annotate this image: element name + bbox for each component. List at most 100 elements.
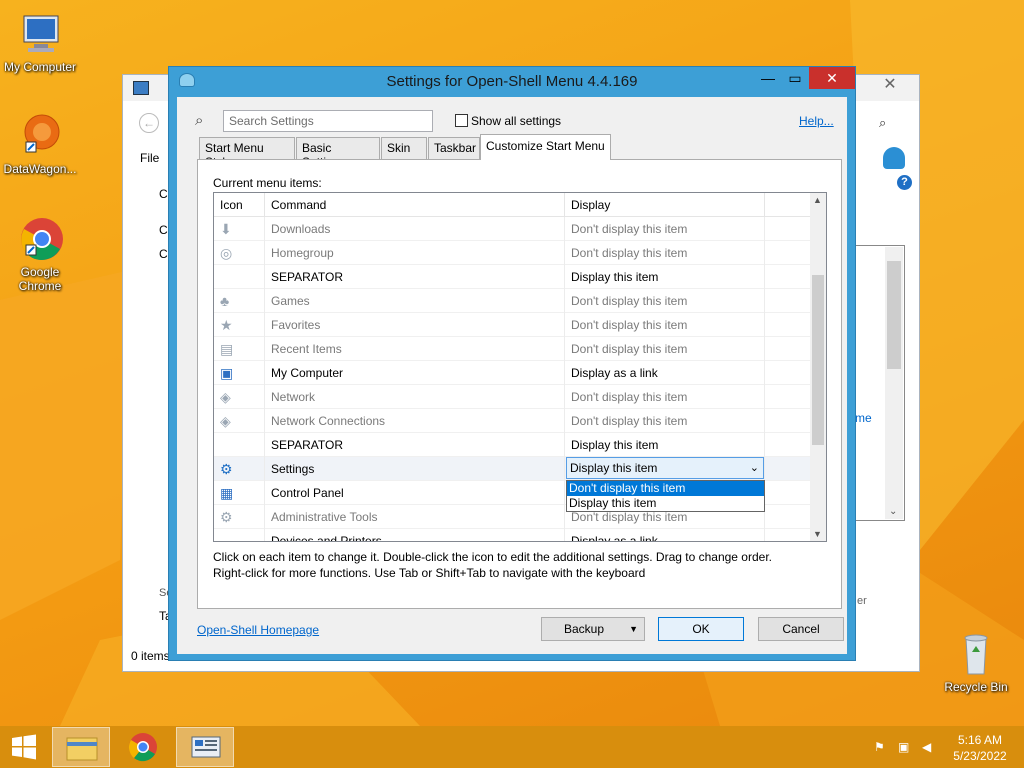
row-icon-cell[interactable]: ▣ bbox=[214, 361, 265, 385]
row-icon-cell[interactable]: ★ bbox=[214, 313, 265, 337]
row-icon-cell[interactable]: ▤ bbox=[214, 337, 265, 361]
row-display[interactable]: Don't display this item bbox=[565, 409, 765, 433]
row-command: Favorites bbox=[265, 313, 565, 337]
network-icon[interactable]: ▣ bbox=[898, 740, 914, 754]
row-icon-cell[interactable]: ⚙ bbox=[214, 457, 265, 481]
help-link[interactable]: Help... bbox=[799, 114, 834, 128]
maximize-button[interactable]: ▭ bbox=[783, 67, 807, 89]
row-command: Downloads bbox=[265, 217, 565, 241]
row-display[interactable]: Display as a link bbox=[565, 361, 765, 385]
menu-items-list[interactable]: Icon Command Display ⬇ Downloads Don't dis… bbox=[213, 192, 827, 542]
search-icon: ⌕ bbox=[195, 112, 204, 129]
tab-skin[interactable]: Skin bbox=[381, 137, 427, 159]
row-display[interactable]: Don't display this item bbox=[565, 313, 765, 337]
row-display[interactable]: Display this item bbox=[565, 433, 765, 457]
row-command: Control Panel bbox=[265, 481, 565, 505]
table-row[interactable]: ▤ Recent Items Don't display this item bbox=[214, 337, 812, 361]
start-button[interactable] bbox=[0, 726, 48, 768]
clock[interactable]: 5:16 AM 5/23/2022 bbox=[944, 732, 1016, 764]
homepage-link[interactable]: Open-Shell Homepage bbox=[197, 623, 319, 637]
settings-app-icon bbox=[191, 736, 221, 758]
table-row[interactable]: ◈ Network Don't display this item bbox=[214, 385, 812, 409]
table-row[interactable]: ◎ Homegroup Don't display this item bbox=[214, 241, 812, 265]
table-row[interactable]: ♣ Games Don't display this item bbox=[214, 289, 812, 313]
instructions-line-2: Right-click for more functions. Use Tab … bbox=[213, 566, 646, 580]
minimize-button[interactable]: — bbox=[753, 67, 783, 89]
search-icon[interactable]: ⌕ bbox=[879, 115, 901, 135]
table-row[interactable]: ◈ Network Connections Don't display this i… bbox=[214, 409, 812, 433]
back-button[interactable]: ← bbox=[139, 113, 159, 133]
row-display[interactable]: Don't display this item bbox=[565, 217, 765, 241]
shell-icon bbox=[883, 147, 905, 169]
row-display[interactable]: Don't display this item bbox=[565, 385, 765, 409]
row-display[interactable]: Display this item bbox=[565, 265, 765, 289]
partial-text: er bbox=[857, 595, 867, 607]
row-command: Games bbox=[265, 289, 565, 313]
row-icon-cell[interactable]: ◈ bbox=[214, 385, 265, 409]
desktop-icon-my-computer[interactable]: My Computer bbox=[0, 10, 80, 74]
clock-time: 5:16 AM bbox=[957, 733, 1003, 747]
scroll-down-arrow[interactable]: ▼ bbox=[813, 529, 822, 539]
column-header-icon[interactable]: Icon bbox=[214, 193, 265, 217]
background-close-button[interactable]: ✕ bbox=[867, 75, 913, 95]
row-command: My Computer bbox=[265, 361, 565, 385]
taskbar-chrome[interactable] bbox=[114, 727, 172, 767]
row-display[interactable]: Display as a link bbox=[565, 529, 765, 541]
help-icon[interactable]: ? bbox=[897, 175, 912, 190]
cancel-label: Cancel bbox=[782, 622, 820, 636]
desktop-icon-chrome[interactable]: Google Chrome bbox=[0, 215, 80, 293]
table-row[interactable]: ▬ Devices and Printers Display as a link bbox=[214, 529, 812, 542]
row-icon-cell[interactable] bbox=[214, 433, 265, 457]
row-display[interactable]: Don't display this item bbox=[565, 241, 765, 265]
chrome-icon bbox=[16, 215, 64, 263]
status-bar: 0 items bbox=[131, 649, 170, 663]
row-icon-cell[interactable]: ◈ bbox=[214, 409, 265, 433]
ok-button[interactable]: OK bbox=[658, 617, 744, 641]
row-icon-cell[interactable]: ⚙ bbox=[214, 505, 265, 529]
desktop-icon-datawagon[interactable]: DataWagon... bbox=[0, 112, 80, 176]
printer-icon: ▬ bbox=[220, 533, 234, 542]
column-header-display[interactable]: Display bbox=[565, 193, 765, 217]
list-scrollbar[interactable]: ▲ ▼ bbox=[810, 193, 826, 541]
table-row[interactable]: SEPARATOR Display this item bbox=[214, 265, 812, 289]
row-icon-cell[interactable]: ◎ bbox=[214, 241, 265, 265]
file-menu[interactable]: File bbox=[140, 151, 159, 165]
action-center-icon[interactable]: ⚑ bbox=[874, 740, 890, 754]
tab-start-menu-style[interactable]: Start Menu Style bbox=[199, 137, 295, 169]
volume-icon[interactable]: ◀ bbox=[922, 740, 938, 754]
taskbar-settings-app[interactable] bbox=[176, 727, 234, 767]
table-row[interactable]: ★ Favorites Don't display this item bbox=[214, 313, 812, 337]
close-button[interactable]: ✕ bbox=[809, 67, 855, 89]
row-icon-cell[interactable] bbox=[214, 265, 265, 289]
tab-customize-start-menu[interactable]: Customize Start Menu bbox=[480, 134, 611, 160]
display-dropdown: Don't display this item Display this ite… bbox=[566, 480, 765, 512]
display-combo[interactable]: Display this item ⌄ bbox=[566, 457, 764, 479]
row-display[interactable]: Don't display this item bbox=[565, 289, 765, 313]
row-icon-cell[interactable]: ▬ bbox=[214, 529, 265, 542]
background-scrollbar[interactable]: ⌄ bbox=[885, 247, 903, 519]
backup-button[interactable]: Backup ▼ bbox=[541, 617, 645, 641]
column-header-command[interactable]: Command bbox=[265, 193, 565, 217]
show-all-checkbox[interactable] bbox=[455, 114, 468, 127]
dropdown-option[interactable]: Display this item bbox=[567, 496, 764, 511]
tab-taskbar[interactable]: Taskbar bbox=[428, 137, 480, 159]
desktop-icon-label: Google Chrome bbox=[18, 265, 62, 293]
table-row[interactable]: ▣ My Computer Display as a link bbox=[214, 361, 812, 385]
search-input[interactable]: Search Settings bbox=[223, 110, 433, 132]
desktop-icon-recycle-bin[interactable]: Recycle Bin bbox=[936, 630, 1016, 694]
table-row[interactable]: ⬇ Downloads Don't display this item bbox=[214, 217, 812, 241]
clock-date: 5/23/2022 bbox=[953, 749, 1007, 763]
cancel-button[interactable]: Cancel bbox=[758, 617, 844, 641]
table-row[interactable]: SEPARATOR Display this item bbox=[214, 433, 812, 457]
partial-text: C bbox=[159, 247, 168, 261]
row-display[interactable]: Don't display this item bbox=[565, 337, 765, 361]
folder-icon bbox=[66, 737, 98, 761]
scroll-up-arrow[interactable]: ▲ bbox=[813, 195, 822, 205]
row-icon-cell[interactable]: ⬇ bbox=[214, 217, 265, 241]
row-icon-cell[interactable]: ▦ bbox=[214, 481, 265, 505]
row-icon-cell[interactable]: ♣ bbox=[214, 289, 265, 313]
dropdown-option[interactable]: Don't display this item bbox=[567, 481, 764, 496]
tab-basic-settings[interactable]: Basic Settings bbox=[296, 137, 380, 169]
taskbar-explorer[interactable] bbox=[52, 727, 110, 767]
scroll-thumb[interactable] bbox=[812, 275, 824, 445]
